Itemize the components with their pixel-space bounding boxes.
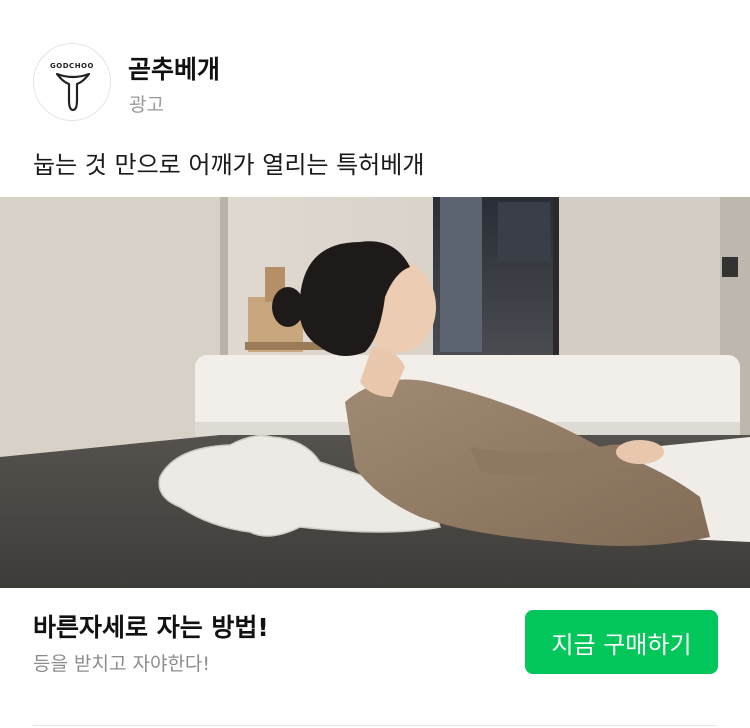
advertiser-logo[interactable]: GODCHOO	[33, 43, 111, 121]
ad-card[interactable]: GODCHOO 곧추베개 광고 눕는 것 만으로 어깨가 열리는 특허베개 바른…	[0, 0, 750, 728]
ad-title: 바른자세로 자는 방법!	[33, 613, 269, 642]
ad-headline: 눕는 것 만으로 어깨가 열리는 특허베개	[33, 151, 425, 179]
woman-lying-on-pillow-photo	[0, 197, 750, 588]
bottom-divider	[33, 725, 717, 726]
advertiser-name[interactable]: 곧추베개	[128, 50, 220, 86]
pillow-logo-icon	[55, 72, 91, 112]
buy-now-button[interactable]: 지금 구매하기	[525, 610, 718, 674]
sponsored-label: 광고	[129, 94, 164, 116]
ad-photo[interactable]	[0, 197, 750, 588]
ad-header: GODCHOO 곧추베개 광고	[0, 0, 750, 130]
logo-wordmark: GODCHOO	[50, 62, 94, 70]
ad-subtitle: 등을 받치고 자야한다!	[33, 653, 211, 675]
